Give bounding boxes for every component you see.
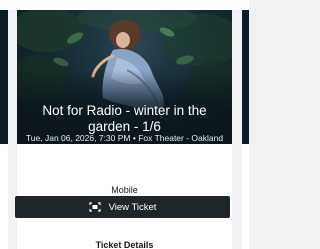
- view-ticket-button[interactable]: View Ticket: [15, 196, 230, 218]
- next-ticket-card[interactable]: [242, 10, 249, 249]
- view-ticket-label: View Ticket: [108, 201, 157, 213]
- previous-ticket-image: [0, 10, 8, 144]
- next-ticket-image: [242, 10, 249, 144]
- event-title: Not for Radio - winter in the garden - 1…: [42, 103, 207, 134]
- previous-ticket-card[interactable]: [0, 10, 8, 249]
- ticket-scan-icon: [88, 202, 101, 212]
- event-image: Not for Radio - winter in the garden - 1…: [17, 10, 232, 144]
- event-date-venue: Tue, Jan 06, 2026, 7:30 PM • Fox Theater…: [25, 133, 224, 143]
- ticket-delivery-type: Mobile: [111, 185, 138, 195]
- ticket-details-link[interactable]: Ticket Details: [17, 240, 232, 249]
- page-top-bar: [0, 0, 249, 10]
